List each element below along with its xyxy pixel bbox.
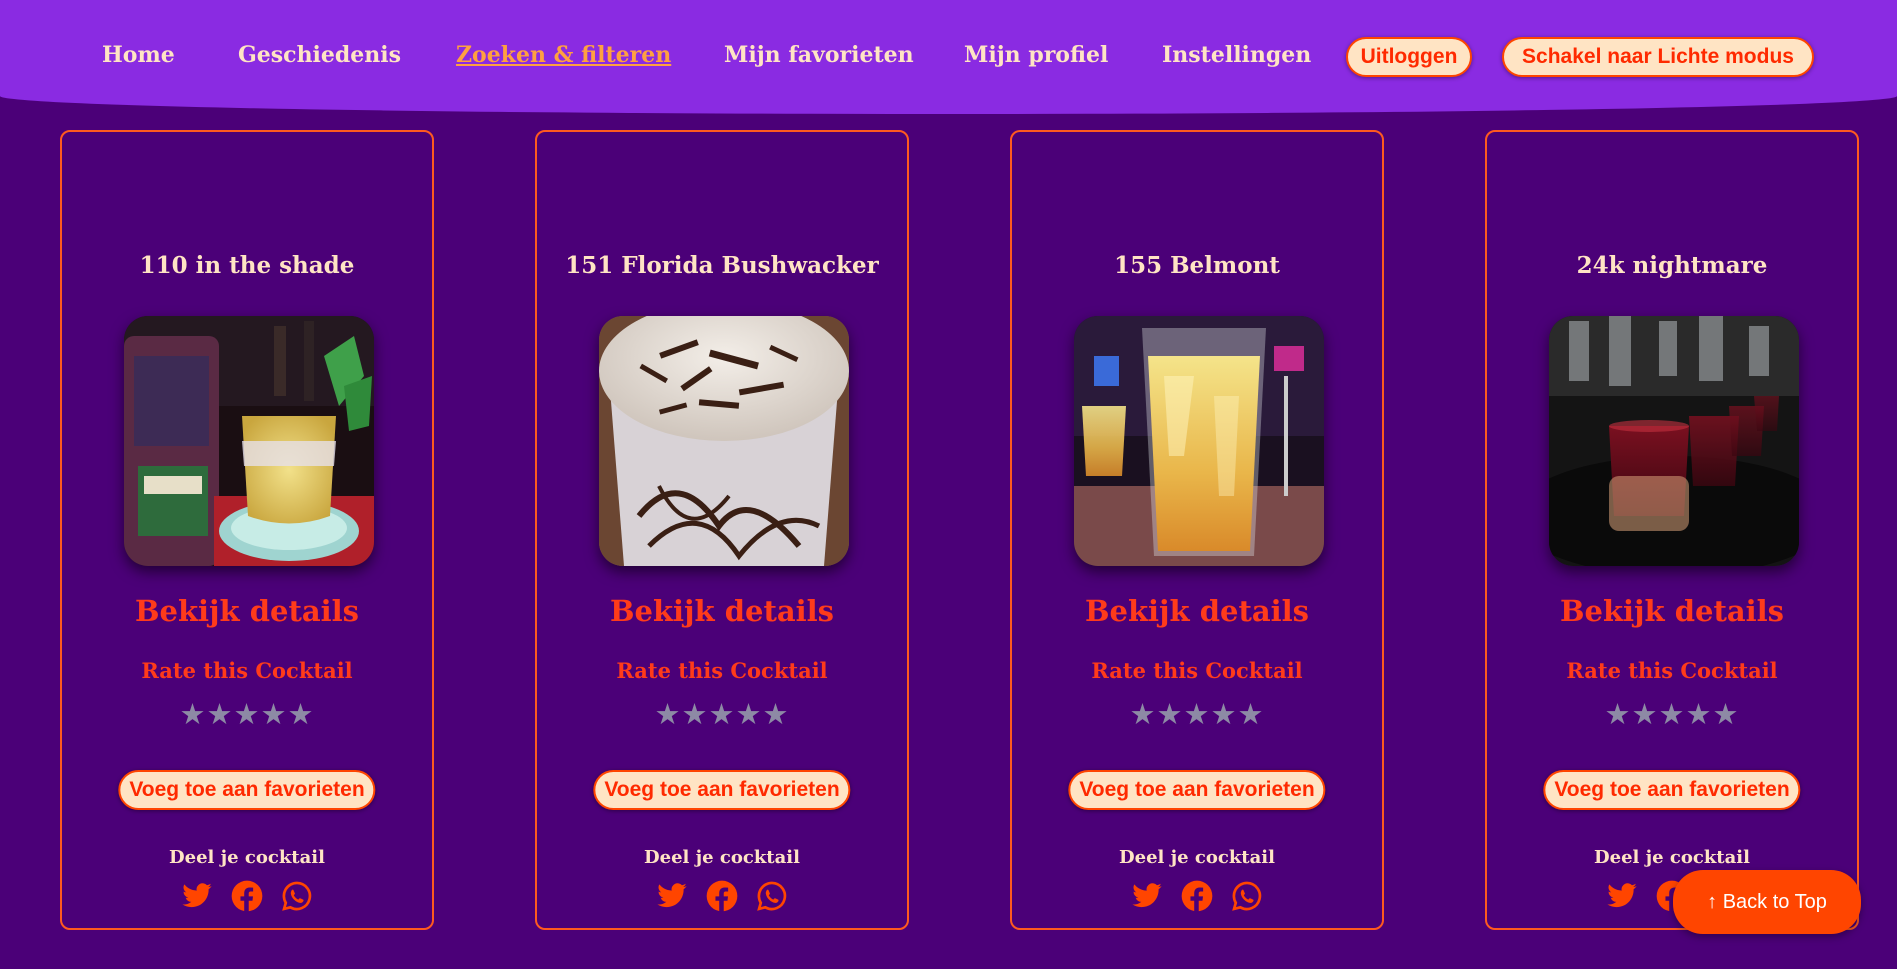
star-icon[interactable]: ★ (709, 699, 736, 729)
twitter-icon[interactable] (1606, 880, 1638, 912)
star-icon[interactable]: ★ (1157, 699, 1184, 729)
cocktail-image (1549, 316, 1799, 566)
navbar: Home Geschiedenis Zoeken & filteren Mijn… (0, 0, 1897, 114)
star-icon[interactable]: ★ (1238, 699, 1265, 729)
star-icon[interactable]: ★ (1184, 699, 1211, 729)
star-icon[interactable]: ★ (1605, 699, 1632, 729)
whatsapp-icon[interactable] (1231, 880, 1263, 912)
cocktail-card: 24k nightmare Bekijk details Rate this C… (1485, 130, 1859, 930)
facebook-icon[interactable] (706, 880, 738, 912)
share-label: Deel je cocktail (169, 847, 325, 868)
facebook-icon[interactable] (231, 880, 263, 912)
star-rating: ★★★★★ (1012, 699, 1382, 729)
share-label: Deel je cocktail (1119, 847, 1275, 868)
share-label: Deel je cocktail (644, 847, 800, 868)
star-icon[interactable]: ★ (180, 699, 207, 729)
nav-link-zoeken-filteren[interactable]: Zoeken & filteren (456, 42, 671, 68)
star-icon[interactable]: ★ (736, 699, 763, 729)
add-favorite-button[interactable]: Voeg toe aan favorieten (1068, 770, 1326, 810)
star-icon[interactable]: ★ (207, 699, 234, 729)
twitter-icon[interactable] (181, 880, 213, 912)
facebook-icon[interactable] (1181, 880, 1213, 912)
star-icon[interactable]: ★ (234, 699, 261, 729)
star-icon[interactable]: ★ (1686, 699, 1713, 729)
star-rating: ★★★★★ (62, 699, 432, 729)
cocktail-title: 155 Belmont (1114, 252, 1280, 279)
star-icon[interactable]: ★ (1659, 699, 1686, 729)
cocktail-card: 155 Belmont Bekijk details Rate this Coc… (1010, 130, 1384, 930)
cocktail-card: 151 Florida Bushwacker Bekijk details Ra… (535, 130, 909, 930)
share-icons (62, 880, 432, 912)
cocktail-title: 151 Florida Bushwacker (565, 252, 879, 279)
cocktail-title: 110 in the shade (139, 252, 355, 279)
view-details-link[interactable]: Bekijk details (1487, 594, 1857, 628)
star-icon[interactable]: ★ (1130, 699, 1157, 729)
star-icon[interactable]: ★ (1713, 699, 1740, 729)
star-icon[interactable]: ★ (763, 699, 790, 729)
rate-label: Rate this Cocktail (1566, 658, 1778, 683)
star-icon[interactable]: ★ (261, 699, 288, 729)
star-icon[interactable]: ★ (1211, 699, 1238, 729)
twitter-icon[interactable] (1131, 880, 1163, 912)
nav-link-geschiedenis[interactable]: Geschiedenis (238, 42, 401, 68)
rate-label: Rate this Cocktail (1091, 658, 1303, 683)
view-details-link[interactable]: Bekijk details (62, 594, 432, 628)
star-rating: ★★★★★ (537, 699, 907, 729)
star-icon[interactable]: ★ (655, 699, 682, 729)
nav-link-home[interactable]: Home (102, 42, 175, 68)
nav-link-mijn-favorieten[interactable]: Mijn favorieten (724, 42, 914, 68)
share-label: Deel je cocktail (1594, 847, 1750, 868)
cocktail-title: 24k nightmare (1576, 252, 1768, 279)
logout-button[interactable]: Uitloggen (1346, 37, 1472, 77)
cocktail-image (599, 316, 849, 566)
whatsapp-icon[interactable] (281, 880, 313, 912)
whatsapp-icon[interactable] (756, 880, 788, 912)
cocktail-image (1074, 316, 1324, 566)
view-details-link[interactable]: Bekijk details (537, 594, 907, 628)
twitter-icon[interactable] (656, 880, 688, 912)
nav-link-instellingen[interactable]: Instellingen (1162, 42, 1311, 68)
nav-link-mijn-profiel[interactable]: Mijn profiel (964, 42, 1108, 68)
share-icons (537, 880, 907, 912)
add-favorite-button[interactable]: Voeg toe aan favorieten (593, 770, 851, 810)
rate-label: Rate this Cocktail (616, 658, 828, 683)
star-icon[interactable]: ★ (288, 699, 315, 729)
add-favorite-button[interactable]: Voeg toe aan favorieten (118, 770, 376, 810)
back-to-top-button[interactable]: ↑ Back to Top (1673, 870, 1861, 934)
star-rating: ★★★★★ (1487, 699, 1857, 729)
cocktail-image (124, 316, 374, 566)
share-icons (1012, 880, 1382, 912)
rate-label: Rate this Cocktail (141, 658, 353, 683)
star-icon[interactable]: ★ (682, 699, 709, 729)
add-favorite-button[interactable]: Voeg toe aan favorieten (1543, 770, 1801, 810)
theme-toggle-button[interactable]: Schakel naar Lichte modus (1502, 37, 1814, 77)
view-details-link[interactable]: Bekijk details (1012, 594, 1382, 628)
cocktail-card: 110 in the shade Bekijk details Rate thi… (60, 130, 434, 930)
star-icon[interactable]: ★ (1632, 699, 1659, 729)
